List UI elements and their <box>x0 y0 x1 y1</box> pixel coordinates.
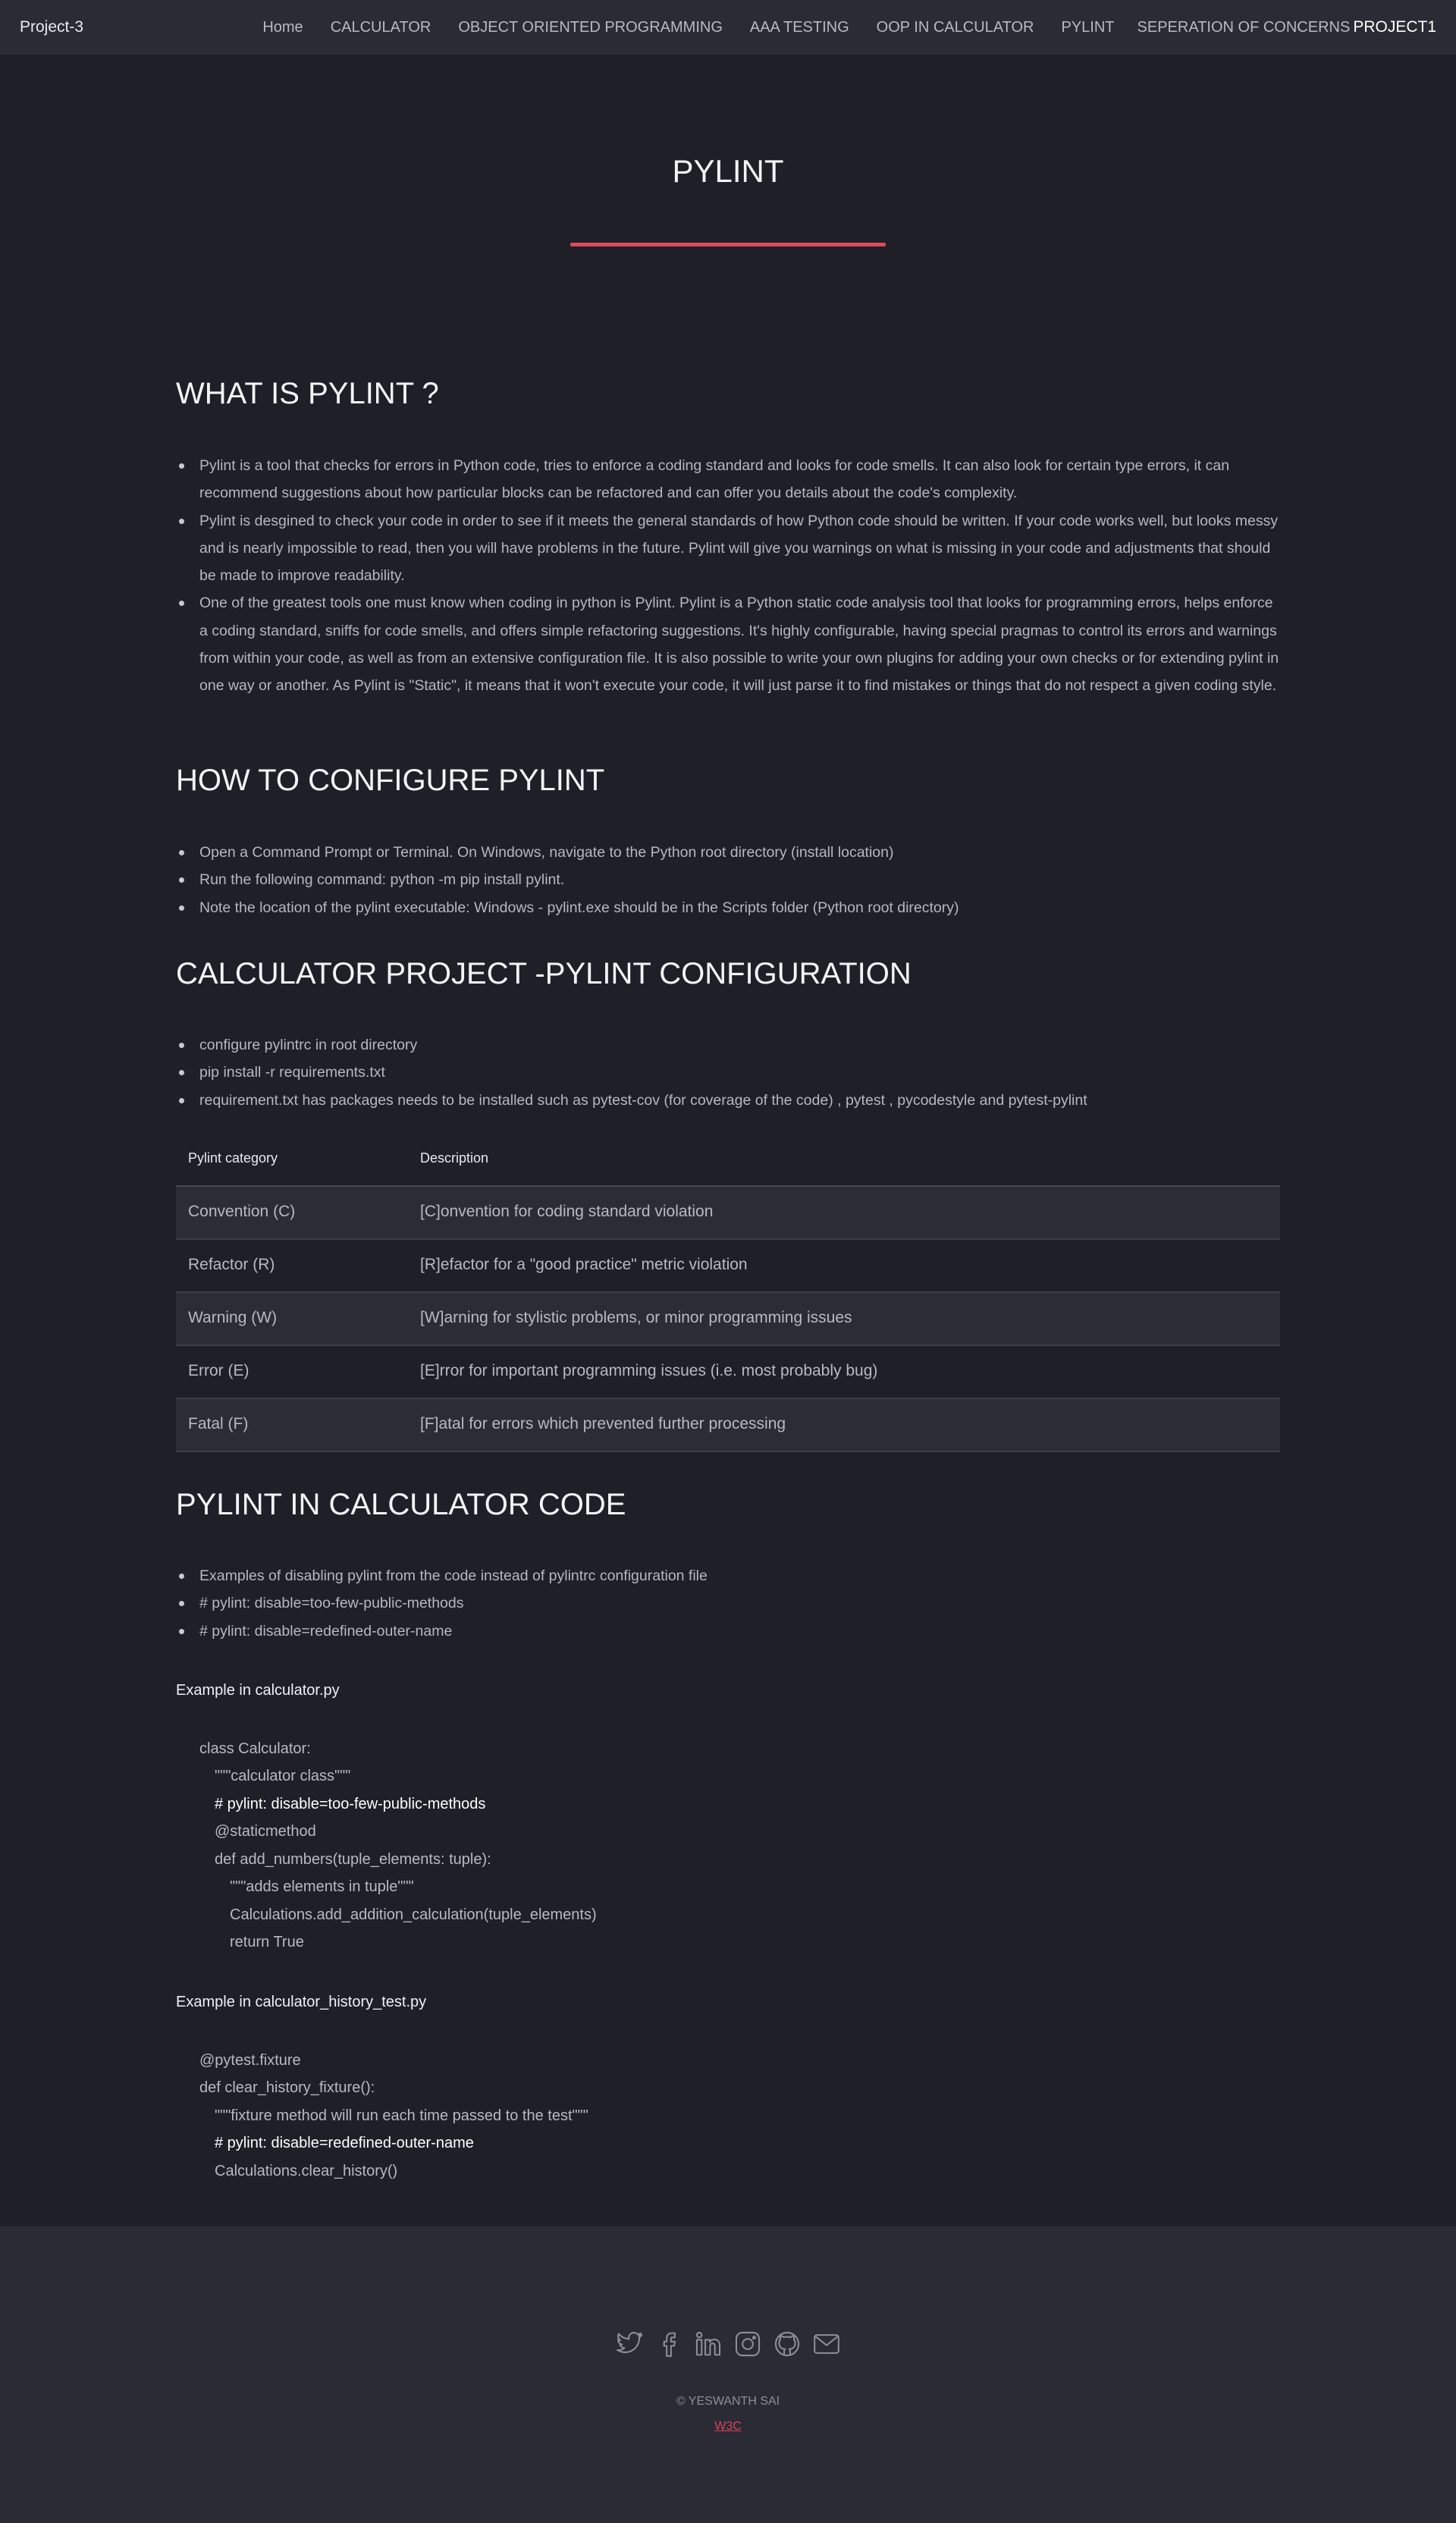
table-cell: [R]efactor for a "good practice" metric … <box>420 1256 748 1273</box>
list-item: configure pylintrc in root directory <box>179 1031 1280 1059</box>
instagram-icon[interactable] <box>733 2330 762 2358</box>
table-row: Refactor (R) [R]efactor for a "good prac… <box>176 1240 1280 1293</box>
list-item: pip install -r requirements.txt <box>179 1059 1280 1086</box>
code-line-pylint-directive: # pylint: disable=redefined-outer-name <box>215 2135 474 2151</box>
table-row: Error (E) [E]rror for important programm… <box>176 1346 1280 1399</box>
example-title-history-test: Example in calculator_history_test.py <box>176 1994 427 2010</box>
code-line: class Calculator: <box>199 1740 311 1757</box>
list-item: requirement.txt has packages needs to be… <box>179 1087 1280 1114</box>
facebook-icon[interactable] <box>654 2330 683 2358</box>
section-heading-calculator-pylint-config: CALCULATOR PROJECT -PYLINT CONFIGURATION <box>176 957 912 990</box>
page-title: PYLINT <box>672 153 784 189</box>
code-line: @staticmethod <box>215 1823 316 1840</box>
code-line: Calculations.add_addition_calculation(tu… <box>230 1906 597 1923</box>
section-heading-what-is-pylint: WHAT IS PYLINT ? <box>176 377 439 410</box>
table-row: Warning (W) [W]arning for stylistic prob… <box>176 1293 1280 1346</box>
list-item: Note the location of the pylint executab… <box>179 894 1280 921</box>
title-underline <box>570 243 886 246</box>
code-line: """adds elements in tuple""" <box>230 1878 414 1895</box>
table-header-description: Description <box>420 1150 489 1166</box>
section-heading-how-to-configure: HOW TO CONFIGURE PYLINT <box>176 764 605 797</box>
list-item: Pylint is a tool that checks for errors … <box>179 452 1280 507</box>
main-content: PYLINT WHAT IS PYLINT ? Pylint is a tool… <box>0 55 1456 2226</box>
example-title-calculator: Example in calculator.py <box>176 1682 340 1699</box>
calculator-config-list: configure pylintrc in root directory pip… <box>176 1031 1280 1114</box>
page-footer: © YESWANTH SAI W3C <box>0 2226 1456 2523</box>
nav-link-aaa-testing[interactable]: AAA TESTING <box>750 19 849 36</box>
copyright-text: © YESWANTH SAI <box>676 2395 780 2408</box>
code-line: return True <box>230 1934 304 1950</box>
github-icon[interactable] <box>773 2330 802 2358</box>
code-line: def clear_history_fixture(): <box>199 2079 375 2096</box>
twitter-icon[interactable] <box>615 2330 644 2358</box>
list-item: Run the following command: python -m pip… <box>179 866 1280 893</box>
table-cell: Error (E) <box>188 1362 249 1379</box>
w3c-link[interactable]: W3C <box>714 2420 742 2433</box>
top-navbar: Project-3 Home CALCULATOR OBJECT ORIENTE… <box>0 0 1456 55</box>
table-header-row: Pylint category Description <box>176 1135 1280 1187</box>
nav-link-oop[interactable]: OBJECT ORIENTED PROGRAMMING <box>458 19 723 36</box>
code-line-pylint-directive: # pylint: disable=too-few-public-methods <box>215 1796 486 1812</box>
code-line: """calculator class""" <box>215 1768 351 1784</box>
table-cell: Convention (C) <box>188 1203 296 1220</box>
table-cell: [F]atal for errors which prevented furth… <box>420 1415 786 1433</box>
table-cell: Warning (W) <box>188 1309 278 1326</box>
nav-link-home[interactable]: Home <box>262 19 303 36</box>
code-line: @pytest.fixture <box>199 2052 301 2069</box>
code-line: def add_numbers(tuple_elements: tuple): <box>215 1851 491 1868</box>
social-links <box>0 2330 1456 2358</box>
list-item: # pylint: disable=too-few-public-methods <box>179 1589 1280 1617</box>
table-cell: Refactor (R) <box>188 1256 275 1273</box>
list-item: Examples of disabling pylint from the co… <box>179 1562 1280 1589</box>
table-row: Convention (C) [C]onvention for coding s… <box>176 1187 1280 1240</box>
nav-project-label[interactable]: PROJECT1 <box>1353 18 1436 36</box>
nav-link-separation-of-concerns[interactable]: SEPERATION OF CONCERNS <box>1138 19 1351 36</box>
pylint-in-code-list: Examples of disabling pylint from the co… <box>176 1562 1280 1645</box>
list-item: # pylint: disable=redefined-outer-name <box>179 1618 1280 1645</box>
linkedin-icon[interactable] <box>694 2330 723 2358</box>
code-line: """fixture method will run each time pas… <box>215 2107 588 2124</box>
list-item: One of the greatest tools one must know … <box>179 589 1280 699</box>
nav-link-calculator[interactable]: CALCULATOR <box>331 19 431 36</box>
brand-title[interactable]: Project-3 <box>20 18 83 36</box>
table-cell: [C]onvention for coding standard violati… <box>420 1203 714 1220</box>
table-cell: Fatal (F) <box>188 1415 249 1433</box>
how-to-configure-list: Open a Command Prompt or Terminal. On Wi… <box>176 839 1280 921</box>
table-cell: [E]rror for important programming issues… <box>420 1362 878 1379</box>
nav-link-oop-in-calculator[interactable]: OOP IN CALCULATOR <box>877 19 1034 36</box>
table-header-category: Pylint category <box>188 1150 278 1166</box>
nav-link-pylint[interactable]: PYLINT <box>1062 19 1115 36</box>
pylint-category-table: Pylint category Description Convention (… <box>176 1135 1280 1452</box>
section-heading-pylint-in-calculator-code: PYLINT IN CALCULATOR CODE <box>176 1488 626 1521</box>
list-item: Pylint is desgined to check your code in… <box>179 507 1280 590</box>
table-row: Fatal (F) [F]atal for errors which preve… <box>176 1399 1280 1452</box>
w3c-link-wrapper: W3C <box>0 2420 1456 2434</box>
code-line: Calculations.clear_history() <box>215 2163 398 2179</box>
main-nav: Home CALCULATOR OBJECT ORIENTED PROGRAMM… <box>235 18 1436 36</box>
list-item: Open a Command Prompt or Terminal. On Wi… <box>179 839 1280 866</box>
mail-icon[interactable] <box>812 2330 841 2358</box>
what-is-pylint-list: Pylint is a tool that checks for errors … <box>176 452 1280 700</box>
table-cell: [W]arning for stylistic problems, or min… <box>420 1309 852 1326</box>
